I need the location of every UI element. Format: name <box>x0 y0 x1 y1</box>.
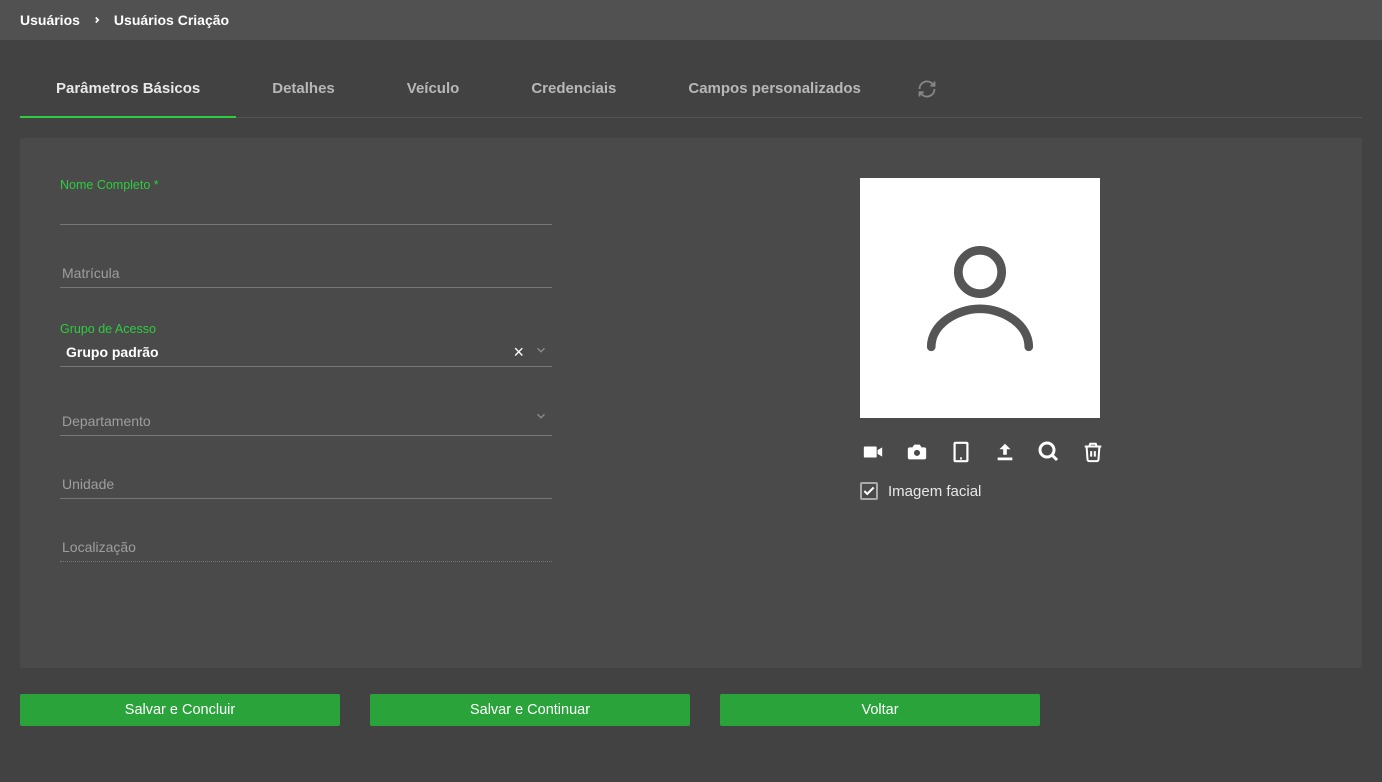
tablet-icon[interactable] <box>948 440 974 464</box>
tab-credenciais[interactable]: Credenciais <box>495 60 652 117</box>
breadcrumb-current: Usuários Criação <box>114 12 229 28</box>
chevron-right-icon <box>92 12 102 28</box>
upload-icon[interactable] <box>992 440 1018 464</box>
departamento-select[interactable] <box>60 407 552 436</box>
grupo-label: Grupo de Acesso <box>60 322 600 336</box>
back-button[interactable]: Voltar <box>720 694 1040 726</box>
grupo-chip-remove[interactable]: × <box>513 342 524 363</box>
save-close-button[interactable]: Salvar e Concluir <box>20 694 340 726</box>
name-input[interactable] <box>60 196 552 225</box>
unidade-input[interactable] <box>60 470 552 499</box>
matricula-input[interactable] <box>60 259 552 288</box>
form-panel: Nome Completo * Grupo de Acesso Grupo pa… <box>20 138 1362 668</box>
save-continue-button[interactable]: Salvar e Continuar <box>370 694 690 726</box>
breadcrumb: Usuários Usuários Criação <box>0 0 1382 40</box>
breadcrumb-root[interactable]: Usuários <box>20 12 80 28</box>
facial-label: Imagem facial <box>888 483 981 500</box>
search-icon[interactable] <box>1036 440 1062 464</box>
localizacao-input[interactable] <box>60 533 552 562</box>
tabs: Parâmetros Básicos Detalhes Veículo Cred… <box>20 60 1362 118</box>
avatar-placeholder <box>860 178 1100 418</box>
trash-icon[interactable] <box>1080 440 1106 464</box>
name-label: Nome Completo * <box>60 178 600 192</box>
tab-veiculo[interactable]: Veículo <box>371 60 496 117</box>
action-buttons: Salvar e Concluir Salvar e Continuar Vol… <box>20 694 1362 726</box>
tab-detalhes[interactable]: Detalhes <box>236 60 371 117</box>
refresh-icon[interactable] <box>917 79 937 99</box>
video-icon[interactable] <box>860 440 886 464</box>
chevron-down-icon <box>534 343 548 362</box>
photo-actions <box>860 440 1106 464</box>
tab-campos-personalizados[interactable]: Campos personalizados <box>652 60 897 117</box>
camera-icon[interactable] <box>904 440 930 464</box>
grupo-chip-label: Grupo padrão <box>66 344 159 360</box>
facial-checkbox[interactable] <box>860 482 878 500</box>
grupo-chip: Grupo padrão <box>60 344 159 360</box>
tab-parametros-basicos[interactable]: Parâmetros Básicos <box>20 60 236 117</box>
grupo-select[interactable]: Grupo padrão × <box>60 340 552 367</box>
